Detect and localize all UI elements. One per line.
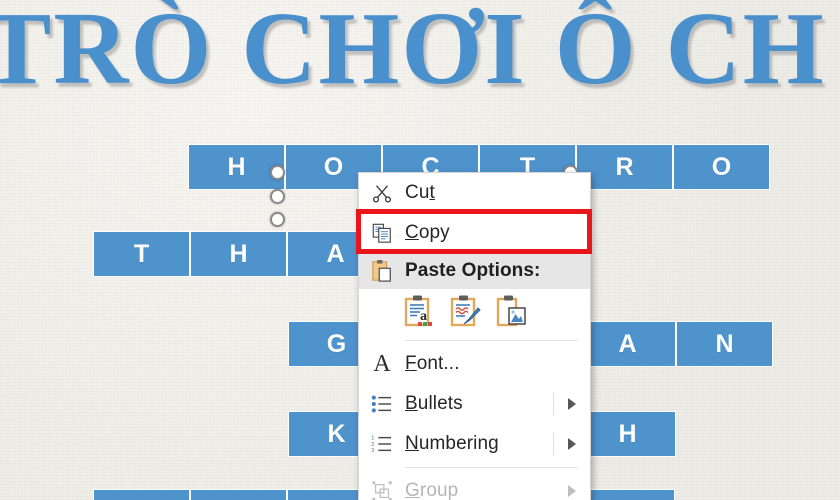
menu-separator: [405, 467, 578, 468]
menu-item-font-label: Font...: [405, 353, 460, 374]
page-title: TRÒ CHƠI Ô CH: [0, 0, 826, 106]
menu-item-bullets-label: Bullets: [405, 393, 463, 414]
scissors-icon: [359, 182, 405, 204]
bullets-icon: [359, 394, 405, 414]
svg-text:a: a: [420, 309, 427, 324]
menu-submenu-divider: [553, 393, 554, 415]
chevron-right-icon: [568, 398, 576, 410]
menu-item-bullets[interactable]: Bullets: [359, 384, 590, 424]
crossword-cell-r1-c1[interactable]: H: [188, 144, 285, 190]
crossword-cell-r2-c1[interactable]: T: [93, 231, 190, 277]
menu-separator: [405, 340, 578, 341]
menu-item-copy[interactable]: Copy: [359, 213, 590, 253]
paste-icon: [359, 259, 405, 283]
menu-header-paste-options: Paste Options:: [359, 253, 590, 289]
menu-item-font[interactable]: A Font...: [359, 344, 590, 384]
menu-item-cut-label: Cut: [405, 182, 435, 203]
selection-handle-3[interactable]: [270, 212, 285, 227]
paste-keep-source-formatting-icon[interactable]: a: [403, 294, 435, 333]
paste-picture-icon[interactable]: [495, 294, 527, 333]
crossword-cell-r2-c2[interactable]: H: [190, 231, 287, 277]
group-icon: [359, 480, 405, 500]
menu-header-paste-options-label: Paste Options:: [405, 260, 541, 281]
numbering-icon: 1 2 3: [359, 434, 405, 454]
crossword-cell-r3-c4[interactable]: A: [579, 321, 676, 367]
menu-submenu-divider: [553, 433, 554, 455]
chevron-right-icon: [568, 438, 576, 450]
crossword-cell-r3-c5[interactable]: N: [676, 321, 773, 367]
paste-options-icon-row[interactable]: a: [359, 289, 590, 337]
svg-text:1: 1: [371, 435, 374, 441]
crossword-cell-r5-c6[interactable]: [578, 489, 675, 500]
slide-canvas: TRÒ CHƠI Ô CH HOCTROTHAOGOANKH Cut: [0, 0, 840, 500]
menu-item-copy-label: Copy: [405, 222, 450, 243]
copy-icon: [359, 222, 405, 244]
crossword-cell-r5-c1[interactable]: [93, 489, 190, 500]
menu-item-numbering-label: Numbering: [405, 433, 499, 454]
svg-text:2: 2: [371, 442, 374, 448]
selection-handle-1[interactable]: [270, 165, 285, 180]
context-menu[interactable]: Cut Copy Paste Options: a A Font... Bull…: [358, 172, 591, 500]
menu-item-numbering[interactable]: 1 2 3 Numbering: [359, 424, 590, 464]
font-a-icon: A: [373, 351, 391, 377]
menu-item-cut[interactable]: Cut: [359, 173, 590, 213]
crossword-cell-r4-c4[interactable]: H: [579, 411, 676, 457]
menu-item-group: Group: [359, 471, 590, 500]
selection-handle-2[interactable]: [270, 189, 285, 204]
svg-text:3: 3: [371, 448, 375, 454]
paste-merge-formatting-icon[interactable]: [449, 294, 481, 333]
menu-item-group-label: Group: [405, 480, 459, 500]
crossword-cell-r5-c2[interactable]: [190, 489, 287, 500]
crossword-cell-r1-c6[interactable]: O: [673, 144, 770, 190]
chevron-right-icon: [568, 485, 576, 497]
